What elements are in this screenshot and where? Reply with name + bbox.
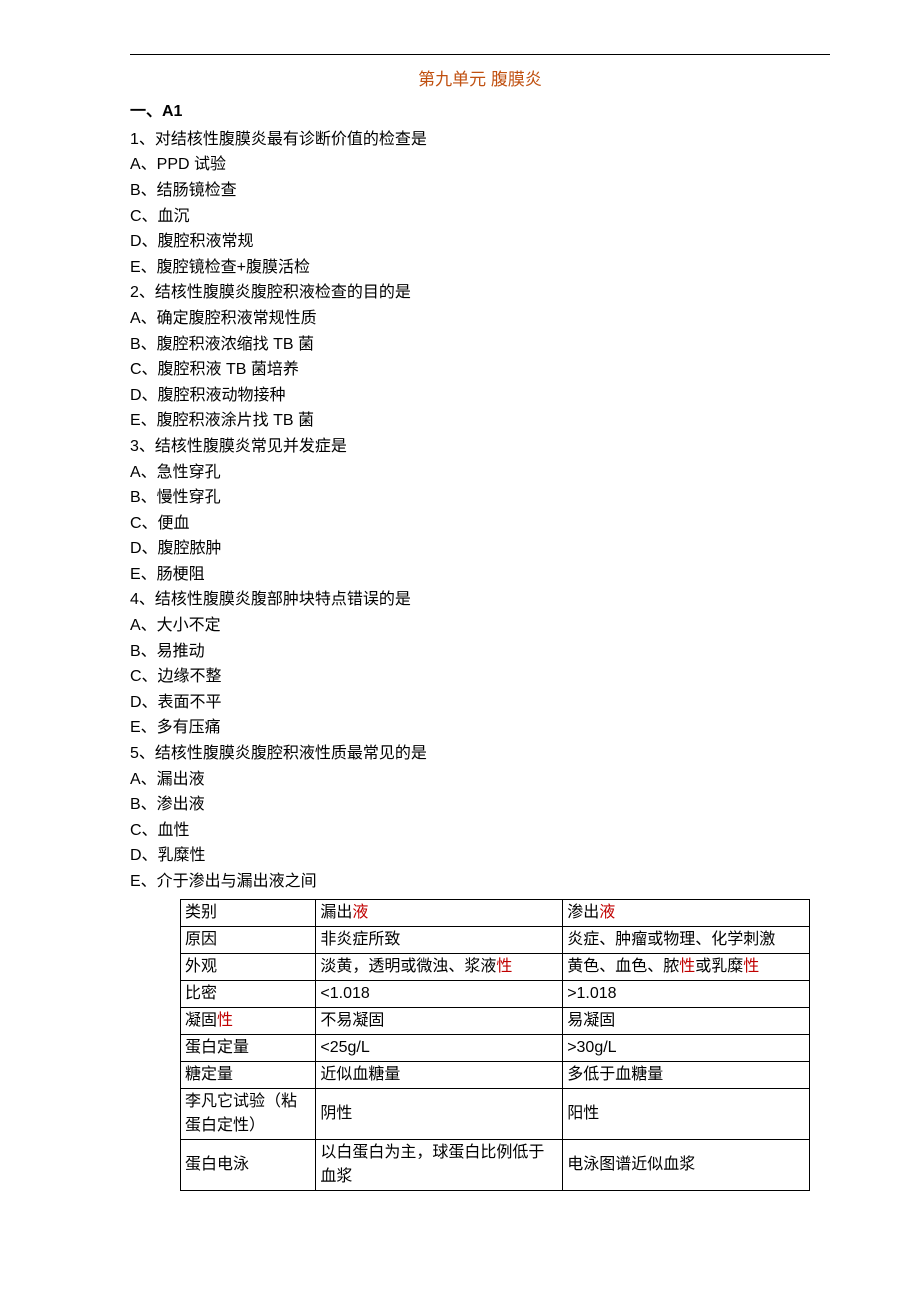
- data-cell: 近似血糖量: [316, 1061, 563, 1088]
- table-row: 蛋白定量<25g/L>30g/L: [181, 1034, 810, 1061]
- row-label-cell: 蛋白定量: [181, 1034, 316, 1061]
- question-option: A、急性穿孔: [130, 460, 830, 486]
- question-option: D、腹腔脓肿: [130, 536, 830, 562]
- table-row: 外观淡黄，透明或微浊、浆液性黄色、血色、脓性或乳糜性: [181, 953, 810, 980]
- question-option: D、表面不平: [130, 690, 830, 716]
- data-cell: 渗出液: [563, 899, 810, 926]
- table-row: 原因非炎症所致炎症、肿瘤或物理、化学刺激: [181, 926, 810, 953]
- data-cell: 黄色、血色、脓性或乳糜性: [563, 953, 810, 980]
- question-option: D、腹腔积液动物接种: [130, 383, 830, 409]
- question-option: C、血性: [130, 818, 830, 844]
- data-cell: 电泳图谱近似血浆: [563, 1139, 810, 1190]
- question-option: B、慢性穿孔: [130, 485, 830, 511]
- unit-title: 第九单元 腹膜炎: [130, 66, 830, 93]
- data-cell: 淡黄，透明或微浊、浆液性: [316, 953, 563, 980]
- comparison-table: 类别漏出液渗出液原因非炎症所致炎症、肿瘤或物理、化学刺激外观淡黄，透明或微浊、浆…: [180, 899, 810, 1191]
- question-option: D、乳糜性: [130, 843, 830, 869]
- data-cell: >30g/L: [563, 1034, 810, 1061]
- question-stem: 1、对结核性腹膜炎最有诊断价值的检查是: [130, 127, 830, 153]
- question-option: E、腹腔镜检查+腹膜活检: [130, 255, 830, 281]
- question-option: B、渗出液: [130, 792, 830, 818]
- data-cell: 炎症、肿瘤或物理、化学刺激: [563, 926, 810, 953]
- table-row: 李凡它试验（粘蛋白定性）阴性阳性: [181, 1088, 810, 1139]
- row-label-cell: 比密: [181, 980, 316, 1007]
- row-label-cell: 类别: [181, 899, 316, 926]
- data-cell: <25g/L: [316, 1034, 563, 1061]
- data-cell: 易凝固: [563, 1007, 810, 1034]
- table-row: 比密<1.018>1.018: [181, 980, 810, 1007]
- question-option: A、大小不定: [130, 613, 830, 639]
- question-option: C、边缘不整: [130, 664, 830, 690]
- question-list: 1、对结核性腹膜炎最有诊断价值的检查是A、PPD 试验B、结肠镜检查C、血沉D、…: [130, 127, 830, 895]
- question-option: C、腹腔积液 TB 菌培养: [130, 357, 830, 383]
- data-cell: 多低于血糖量: [563, 1061, 810, 1088]
- question-option: B、易推动: [130, 639, 830, 665]
- data-cell: 阳性: [563, 1088, 810, 1139]
- data-cell: 以白蛋白为主，球蛋白比例低于血浆: [316, 1139, 563, 1190]
- question-option: A、漏出液: [130, 767, 830, 793]
- table-row: 类别漏出液渗出液: [181, 899, 810, 926]
- row-label-cell: 原因: [181, 926, 316, 953]
- question-option: D、腹腔积液常规: [130, 229, 830, 255]
- question-option: A、PPD 试验: [130, 152, 830, 178]
- question-option: B、结肠镜检查: [130, 178, 830, 204]
- data-cell: <1.018: [316, 980, 563, 1007]
- data-cell: 不易凝固: [316, 1007, 563, 1034]
- question-stem: 2、结核性腹膜炎腹腔积液检查的目的是: [130, 280, 830, 306]
- document-page: 第九单元 腹膜炎 一、A1 1、对结核性腹膜炎最有诊断价值的检查是A、PPD 试…: [0, 0, 920, 1302]
- question-option: E、肠梗阻: [130, 562, 830, 588]
- header-rule: [130, 54, 830, 55]
- data-cell: 漏出液: [316, 899, 563, 926]
- data-cell: >1.018: [563, 980, 810, 1007]
- row-label-cell: 外观: [181, 953, 316, 980]
- row-label-cell: 蛋白电泳: [181, 1139, 316, 1190]
- data-cell: 阴性: [316, 1088, 563, 1139]
- question-option: B、腹腔积液浓缩找 TB 菌: [130, 332, 830, 358]
- question-option: C、血沉: [130, 204, 830, 230]
- row-label-cell: 糖定量: [181, 1061, 316, 1088]
- question-option: E、介于渗出与漏出液之间: [130, 869, 830, 895]
- question-option: A、确定腹腔积液常规性质: [130, 306, 830, 332]
- row-label-cell: 凝固性: [181, 1007, 316, 1034]
- question-stem: 4、结核性腹膜炎腹部肿块特点错误的是: [130, 587, 830, 613]
- question-stem: 5、结核性腹膜炎腹腔积液性质最常见的是: [130, 741, 830, 767]
- data-cell: 非炎症所致: [316, 926, 563, 953]
- table-row: 蛋白电泳以白蛋白为主，球蛋白比例低于血浆电泳图谱近似血浆: [181, 1139, 810, 1190]
- question-option: E、腹腔积液涂片找 TB 菌: [130, 408, 830, 434]
- table-row: 凝固性不易凝固易凝固: [181, 1007, 810, 1034]
- question-option: C、便血: [130, 511, 830, 537]
- question-stem: 3、结核性腹膜炎常见并发症是: [130, 434, 830, 460]
- row-label-cell: 李凡它试验（粘蛋白定性）: [181, 1088, 316, 1139]
- table-row: 糖定量近似血糖量多低于血糖量: [181, 1061, 810, 1088]
- question-option: E、多有压痛: [130, 715, 830, 741]
- section-heading: 一、A1: [130, 99, 830, 125]
